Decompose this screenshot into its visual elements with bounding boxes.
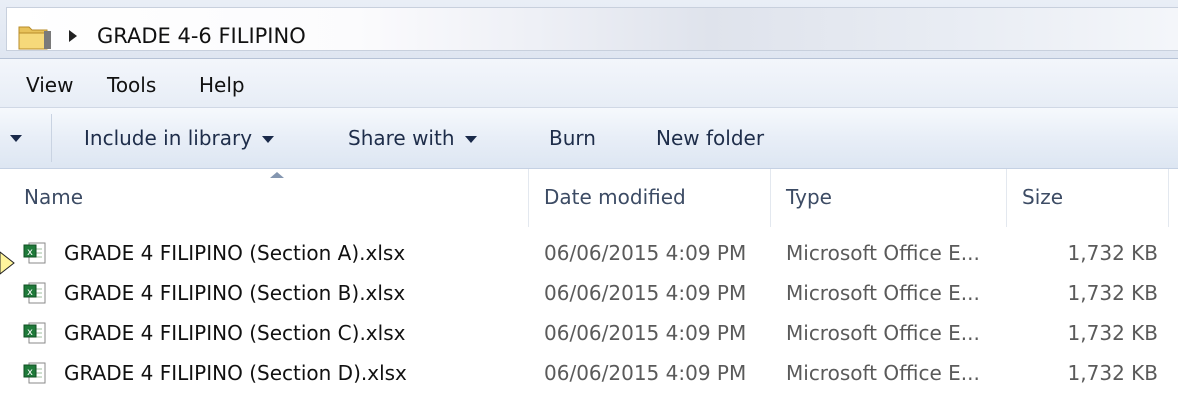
menu-view[interactable]: View: [26, 72, 73, 98]
include-in-library-button[interactable]: Include in library: [84, 125, 275, 151]
breadcrumb-folder[interactable]: GRADE 4-6 FILIPINO: [97, 22, 306, 50]
column-divider[interactable]: [1006, 169, 1007, 227]
burn-button[interactable]: Burn: [549, 125, 596, 151]
menu-bar: View Tools Help: [0, 59, 1178, 108]
svg-text:x: x: [27, 287, 33, 298]
menu-tools[interactable]: Tools: [107, 72, 156, 98]
excel-file-icon: x: [23, 242, 46, 264]
file-size: 1,732 KB: [1067, 281, 1158, 305]
file-row[interactable]: x GRADE 4 FILIPINO (Section C).xlsx 06/0…: [0, 314, 1178, 352]
column-name[interactable]: Name: [24, 183, 83, 211]
menu-help[interactable]: Help: [199, 72, 245, 98]
file-date: 06/06/2015 4:09 PM: [544, 281, 747, 305]
sort-ascending-icon: [270, 172, 284, 178]
svg-text:x: x: [27, 247, 33, 258]
breadcrumb[interactable]: GRADE 4-6 FILIPINO: [6, 7, 1178, 51]
file-date: 06/06/2015 4:09 PM: [544, 321, 747, 345]
file-row[interactable]: x GRADE 4 FILIPINO (Section A).xlsx 06/0…: [0, 234, 1178, 272]
share-with-button[interactable]: Share with: [348, 125, 477, 151]
column-divider[interactable]: [528, 169, 529, 227]
breadcrumb-arrow-icon[interactable]: [69, 30, 77, 42]
new-folder-button[interactable]: New folder: [656, 125, 764, 151]
excel-file-icon: x: [23, 322, 46, 344]
file-size: 1,732 KB: [1067, 321, 1158, 345]
excel-file-icon: x: [23, 282, 46, 304]
column-divider[interactable]: [1168, 169, 1169, 227]
include-in-library-label: Include in library: [84, 126, 253, 150]
column-divider[interactable]: [770, 169, 771, 227]
svg-text:x: x: [27, 367, 33, 378]
command-bar: Include in library Share with Burn New f…: [0, 108, 1178, 169]
chevron-down-icon: [10, 135, 22, 142]
file-row[interactable]: x GRADE 4 FILIPINO (Section D).xlsx 06/0…: [0, 354, 1178, 392]
file-type: Microsoft Office E...: [786, 361, 980, 385]
file-name: GRADE 4 FILIPINO (Section B).xlsx: [64, 281, 406, 305]
file-size: 1,732 KB: [1067, 361, 1158, 385]
share-with-label: Share with: [348, 126, 455, 150]
excel-file-icon: x: [23, 362, 46, 384]
file-name: GRADE 4 FILIPINO (Section C).xlsx: [64, 321, 406, 345]
file-name: GRADE 4 FILIPINO (Section A).xlsx: [64, 241, 406, 265]
address-bar: GRADE 4-6 FILIPINO: [0, 0, 1178, 59]
chevron-down-icon: [262, 136, 275, 143]
file-row[interactable]: x GRADE 4 FILIPINO (Section B).xlsx 06/0…: [0, 274, 1178, 312]
column-date-modified[interactable]: Date modified: [544, 183, 686, 211]
chevron-down-icon: [464, 136, 477, 143]
file-type: Microsoft Office E...: [786, 321, 980, 345]
organize-dropdown[interactable]: [0, 114, 52, 162]
column-header-row: Name Date modified Type Size: [0, 169, 1178, 227]
file-size: 1,732 KB: [1067, 241, 1158, 265]
folder-icon: [18, 26, 51, 50]
file-type: Microsoft Office E...: [786, 241, 980, 265]
pointer-arrow-icon: [0, 251, 15, 275]
file-date: 06/06/2015 4:09 PM: [544, 241, 747, 265]
file-type: Microsoft Office E...: [786, 281, 980, 305]
file-date: 06/06/2015 4:09 PM: [544, 361, 747, 385]
file-name: GRADE 4 FILIPINO (Section D).xlsx: [64, 361, 407, 385]
column-type[interactable]: Type: [786, 183, 832, 211]
svg-text:x: x: [27, 327, 33, 338]
column-size[interactable]: Size: [1022, 183, 1063, 211]
